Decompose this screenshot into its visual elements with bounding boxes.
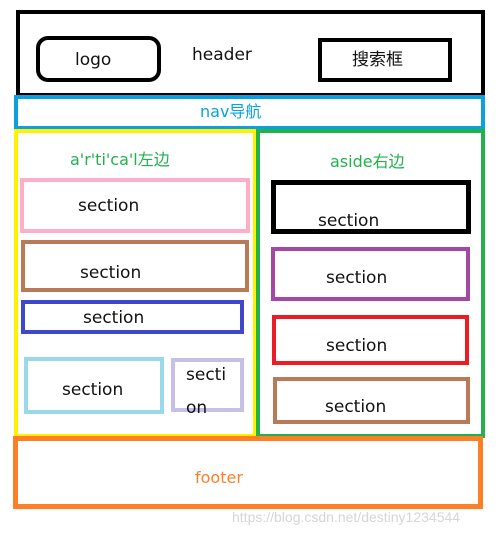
article-section-1-label: section [78, 196, 140, 216]
article-section-5-label-line2: on [186, 398, 208, 418]
article-section-3-label: section [83, 308, 145, 328]
aside-label: aside右边 [330, 152, 405, 171]
watermark: https://blog.csdn.net/destiny1234544 [232, 509, 461, 525]
article-label: a'r'ti'ca'l左边 [70, 150, 170, 169]
footer-label: footer [195, 468, 243, 487]
search-label: 搜索框 [352, 50, 403, 70]
nav-label: nav导航 [200, 102, 262, 121]
article-section-5-label-line1: secti [186, 365, 227, 385]
logo-label: logo [75, 50, 112, 70]
footer-box [13, 436, 483, 509]
aside-section-3-label: section [326, 336, 388, 356]
article-section-4-label: section [62, 380, 124, 400]
aside-section-1-label: section [318, 211, 380, 231]
header-label: header [192, 45, 252, 65]
aside-section-2-label: section [326, 268, 388, 288]
article-section-2-label: section [80, 263, 142, 283]
aside-section-4-label: section [325, 397, 387, 417]
